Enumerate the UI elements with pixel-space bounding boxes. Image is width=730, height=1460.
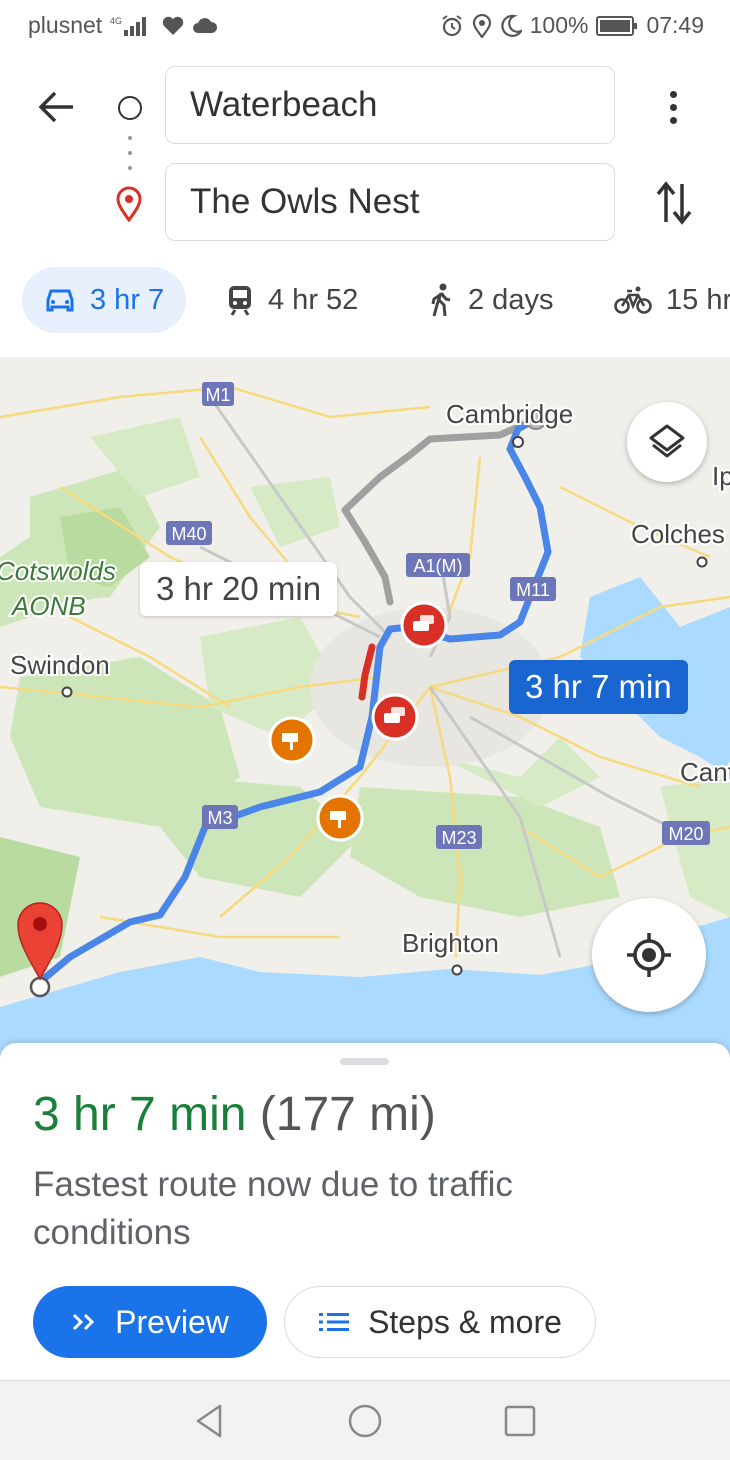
mode-label-cycling: 15 hr (666, 283, 730, 316)
heart-icon (162, 16, 184, 36)
road-label-m1: M1 (205, 385, 230, 405)
back-button[interactable] (34, 84, 80, 130)
road-label-m20: M20 (668, 824, 703, 844)
my-location-button[interactable] (592, 898, 706, 1012)
bicycle-icon (614, 286, 652, 314)
road-shield-m3: M3 (202, 805, 238, 829)
road-shield-m40: M40 (166, 521, 212, 545)
system-nav-bar (0, 1380, 730, 1460)
circle-home-icon (348, 1404, 382, 1438)
destination-field[interactable]: The Owls Nest (165, 163, 615, 241)
train-icon (229, 286, 251, 316)
origin-text: Waterbeach (190, 85, 378, 124)
carrier-label: plusnet (28, 12, 103, 38)
nav-back-button[interactable] (190, 1401, 230, 1441)
double-chevron-icon (73, 1313, 95, 1331)
origin-field[interactable]: Waterbeach (165, 66, 615, 144)
road-label-m23: M23 (441, 828, 476, 848)
nav-home-button[interactable] (345, 1401, 385, 1441)
swap-button[interactable] (652, 178, 696, 228)
destination-pin-icon (114, 186, 144, 223)
speed-camera-icon[interactable] (316, 794, 364, 842)
route-connector-dots (127, 136, 133, 170)
battery-icon (596, 15, 638, 37)
road-shield-m1: M1 (202, 382, 234, 406)
layers-icon (649, 424, 685, 458)
road-label-m11: M11 (516, 580, 550, 600)
place-label-brighton: Brighton (402, 928, 499, 958)
road-label-m3: M3 (207, 808, 232, 828)
route-summary-line: 3 hr 7 min (177 mi) (33, 1087, 436, 1142)
traffic-incident-icon[interactable] (371, 693, 419, 741)
traffic-incident-icon[interactable] (400, 601, 448, 649)
preview-label: Preview (115, 1303, 229, 1340)
walking-icon (431, 283, 451, 317)
road-label-a1m: A1(M) (414, 556, 463, 576)
origin-marker-icon (118, 96, 142, 120)
cloud-icon (192, 17, 218, 35)
road-shield-m23: M23 (436, 825, 482, 849)
crosshair-icon (627, 933, 671, 977)
square-recents-icon (504, 1405, 536, 1437)
place-label-swindon: Swindon (10, 650, 110, 680)
more-options-button[interactable] (656, 84, 690, 130)
directions-header: Waterbeach The Owls Nest (0, 50, 730, 255)
list-icon (319, 1313, 350, 1331)
place-label-cotswolds: Cotswolds (0, 556, 116, 586)
speed-camera-icon[interactable] (268, 716, 316, 764)
place-label-aonb: AONB (10, 591, 86, 621)
mode-tab-transit[interactable]: 4 hr 52 (226, 267, 358, 333)
mode-tab-driving[interactable]: 3 hr 7 (22, 267, 187, 333)
alarm-icon (440, 14, 464, 38)
arrow-left-icon (38, 91, 73, 123)
route-description: Fastest route now due to traffic conditi… (33, 1165, 513, 1252)
travel-mode-tabs: 3 hr 7 4 hr 52 2 days 15 hr (0, 265, 730, 337)
road-shield-m20: M20 (662, 821, 710, 845)
network-icon: 4G (110, 14, 154, 38)
selected-route-time: 3 hr 7 min (525, 668, 672, 705)
destination-text: The Owls Nest (190, 182, 420, 221)
triangle-back-icon (196, 1404, 222, 1438)
steps-more-label: Steps & more (368, 1303, 562, 1340)
layers-button[interactable] (627, 402, 707, 482)
mode-label-walking: 2 days (468, 283, 554, 316)
clock-time: 07:49 (646, 12, 704, 38)
mode-tab-cycling[interactable]: 15 hr (614, 267, 730, 333)
preview-button[interactable]: Preview (33, 1286, 267, 1358)
route-distance: (177 mi) (259, 1088, 436, 1141)
mode-tab-walking[interactable]: 2 days (428, 267, 553, 333)
alternate-route-time: 3 hr 20 min (156, 570, 322, 607)
alternate-route-label[interactable]: 3 hr 20 min (140, 562, 338, 616)
swap-arrows-icon (656, 181, 692, 225)
place-label-colchester: Colches (631, 519, 725, 549)
road-shield-a1m: A1(M) (406, 553, 470, 577)
status-bar: plusnet 4G 100% 07:49 (0, 0, 730, 50)
road-label-m40: M40 (171, 524, 206, 544)
place-label-cambridge: Cambridge (446, 399, 573, 429)
route-summary-sheet: 3 hr 7 min (177 mi) Fastest route now du… (0, 1043, 730, 1380)
sheet-drag-handle[interactable] (340, 1058, 389, 1065)
mode-label-transit: 4 hr 52 (268, 283, 359, 316)
place-label-canterbury: Cant (680, 757, 730, 787)
route-duration: 3 hr 7 min (33, 1088, 247, 1141)
location-icon (472, 13, 492, 38)
selected-route-label[interactable]: 3 hr 7 min (509, 660, 688, 714)
moon-icon (500, 14, 522, 38)
svg-text:4G: 4G (110, 16, 122, 26)
nav-recents-button[interactable] (500, 1401, 540, 1441)
mode-label-driving: 3 hr 7 (90, 283, 165, 316)
car-icon (46, 289, 74, 312)
place-label-ipswich: Ip (712, 461, 730, 491)
battery-percent: 100% (529, 12, 589, 38)
road-shield-m11: M11 (510, 577, 556, 601)
steps-more-button[interactable]: Steps & more (284, 1286, 596, 1358)
